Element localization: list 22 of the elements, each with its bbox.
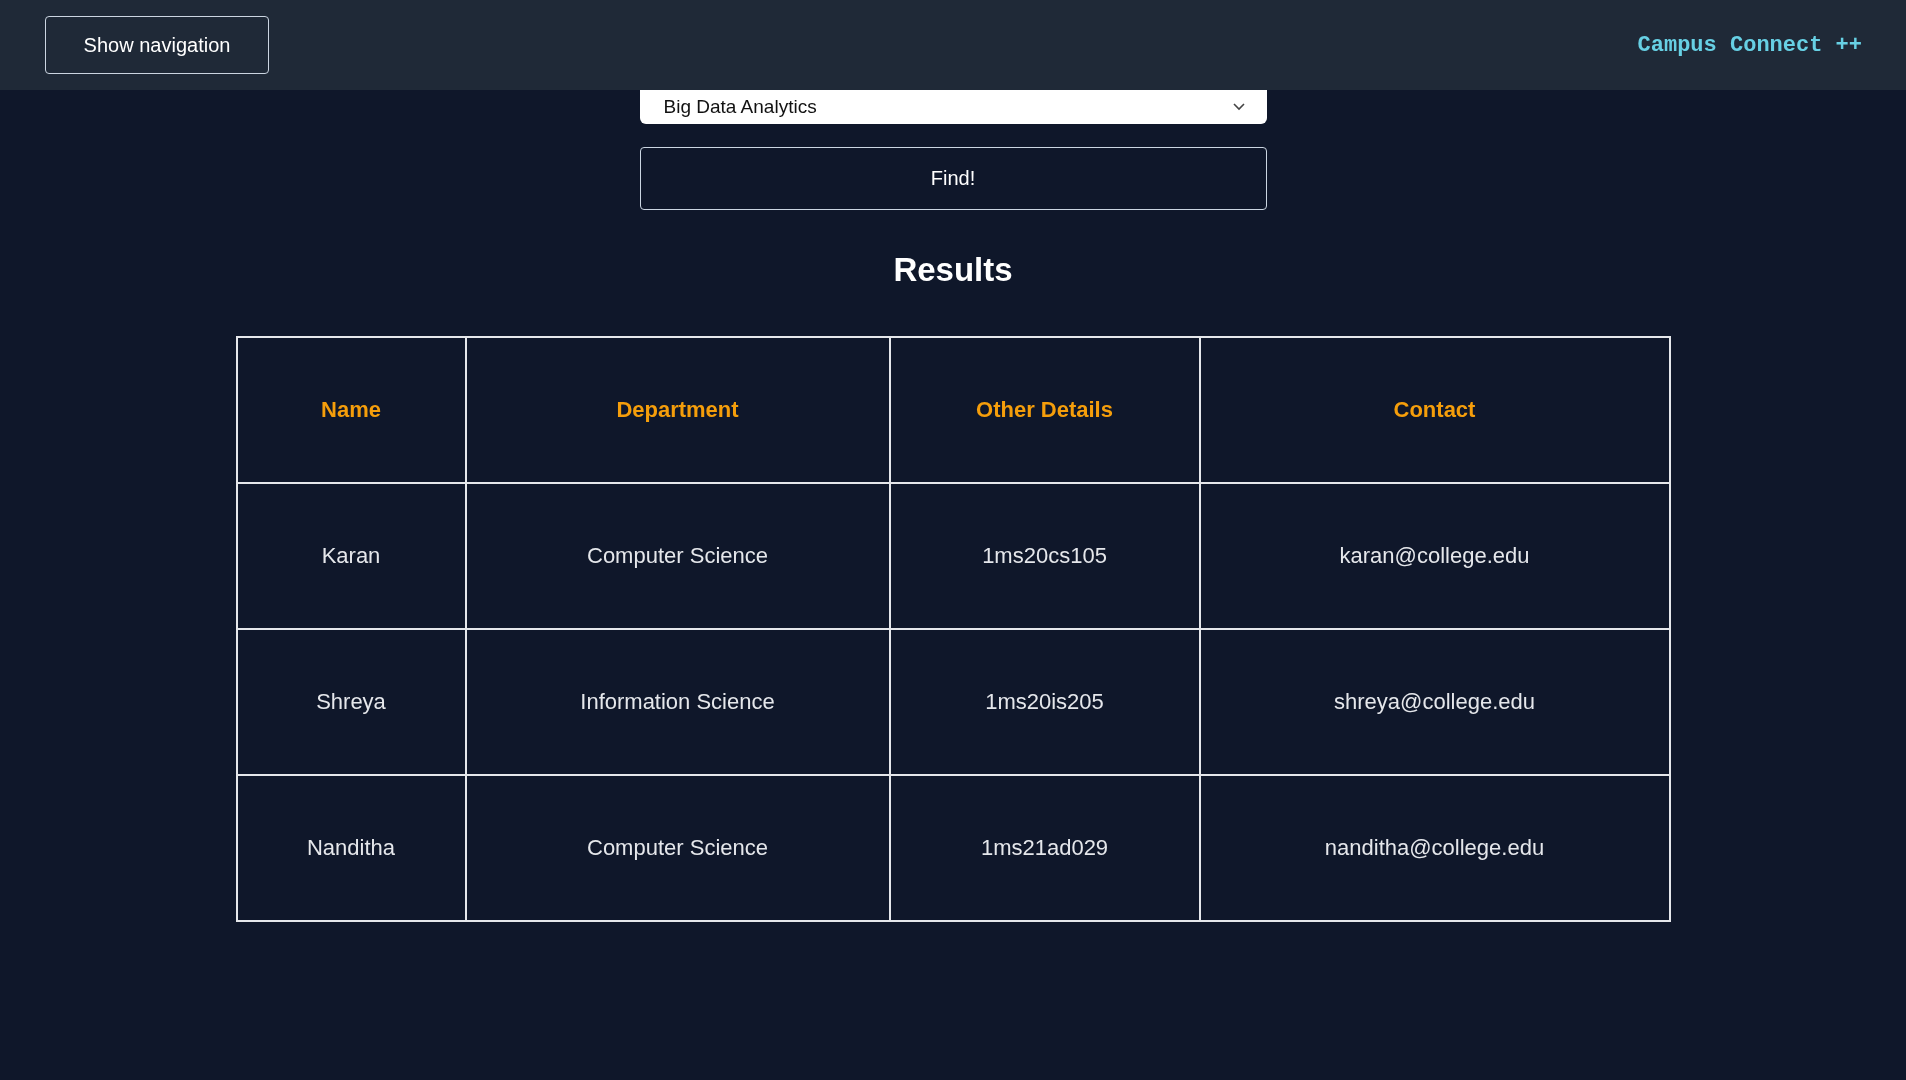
- table-cell: shreya@college.edu: [1199, 629, 1670, 775]
- column-header: Contact: [1199, 337, 1670, 483]
- column-header: Other Details: [889, 337, 1200, 483]
- table-cell: Nanditha: [236, 775, 466, 921]
- table-cell: nanditha@college.edu: [1199, 775, 1670, 921]
- brand-title: Campus Connect ++: [1637, 32, 1862, 58]
- column-header: Department: [465, 337, 890, 483]
- table-cell: Computer Science: [465, 775, 890, 921]
- table-cell: Information Science: [465, 629, 890, 775]
- course-select[interactable]: Big Data Analytics: [639, 90, 1267, 124]
- table-cell: 1ms21ad029: [889, 775, 1200, 921]
- table-cell: Karan: [236, 483, 466, 629]
- table-cell: Shreya: [236, 629, 466, 775]
- show-navigation-button[interactable]: Show navigation: [45, 16, 269, 74]
- table-cell: karan@college.edu: [1199, 483, 1670, 629]
- table-cell: Computer Science: [465, 483, 890, 629]
- find-button[interactable]: Find!: [639, 147, 1267, 210]
- table-cell: 1ms20is205: [889, 629, 1200, 775]
- chevron-icon: [1232, 103, 1245, 111]
- results-heading: Results: [893, 253, 1013, 286]
- table-cell: 1ms20cs105: [889, 483, 1200, 629]
- column-header: Name: [236, 337, 466, 483]
